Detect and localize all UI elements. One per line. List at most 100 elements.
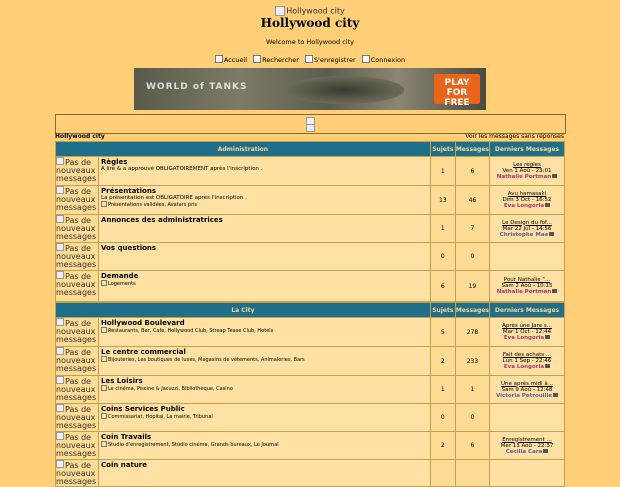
category-title[interactable]: Administration xyxy=(55,141,431,157)
post-count: 278 xyxy=(454,317,491,347)
subforum-links[interactable]: Présentations validées, Avatars pris xyxy=(108,202,197,208)
goto-last-post-icon[interactable] xyxy=(543,448,549,453)
last-post-author-link[interactable]: Cecilia Cara xyxy=(506,449,542,455)
goto-last-post-icon[interactable] xyxy=(552,289,558,293)
post-count: 19 xyxy=(454,270,491,302)
category-title[interactable]: La City xyxy=(55,302,431,318)
forum-title-link[interactable]: Le centre commercial xyxy=(101,348,186,356)
forum-title-link[interactable]: Coins Services Public xyxy=(101,405,185,413)
last-post-author-link[interactable]: Eva Longoria xyxy=(504,203,544,209)
last-post-title-link[interactable]: Le Design du fof... xyxy=(502,220,552,226)
forum-title-link[interactable]: Les Loisirs xyxy=(101,377,143,385)
goto-last-post-icon[interactable] xyxy=(545,335,551,339)
forum-row: Pas de nouveaux messages Vos questions 0 0 xyxy=(55,242,565,271)
last-post-cell: Fait des achats ... Lun 1 Sep - 22:46 Eva … xyxy=(489,346,565,376)
posts-column-header: Messages xyxy=(454,141,491,157)
topic-count xyxy=(429,459,456,487)
nav-register[interactable]: S'enregistrer xyxy=(305,55,356,64)
last-post-author-link[interactable]: Victoria Petrouille xyxy=(496,393,552,399)
forum-info: Règles A lire & a approuvé OBLIGATOIREMEN… xyxy=(98,156,431,186)
forum-title-link[interactable]: Présentations xyxy=(101,187,156,195)
broken-image-icon xyxy=(306,124,315,132)
subforum-icon xyxy=(101,356,107,362)
forum-info: Le centre commercial Bijouteries, Les bou… xyxy=(98,346,431,376)
goto-last-post-icon[interactable] xyxy=(549,231,555,236)
forum-title-link[interactable]: Règles xyxy=(101,158,127,166)
nav-home-link[interactable]: Accueil xyxy=(224,56,247,64)
goto-last-post-icon[interactable] xyxy=(545,364,551,368)
last-post-author-link[interactable]: Christophe Mae xyxy=(500,232,549,238)
post-count: 6 xyxy=(454,431,491,460)
no-new-posts-icon xyxy=(56,318,64,326)
post-count: 233 xyxy=(454,346,491,376)
subforum-links[interactable]: Bijouteries, Les boutiques de luxes, Mag… xyxy=(108,357,305,363)
forum-title-link[interactable]: Annonces des administratrices xyxy=(101,216,223,224)
forum-row: Pas de nouveaux messages Présentations La … xyxy=(55,185,565,215)
post-count: 0 xyxy=(454,403,491,432)
category-table: Administration Sujets Messages Derniers Mes… xyxy=(55,141,565,302)
last-post-author-link[interactable]: Nathalie Portman xyxy=(497,289,552,295)
topic-count: 0 xyxy=(429,242,456,271)
nav-login-link[interactable]: Connexion xyxy=(371,56,405,64)
post-count xyxy=(454,459,491,487)
subforum-links[interactable]: Commissariat, Hopital, La mairie, Tribun… xyxy=(108,414,213,420)
forum-title-link[interactable]: Vos questions xyxy=(101,244,156,252)
site-title: Hollywood city xyxy=(260,16,360,30)
subforum-links[interactable]: Logements xyxy=(108,281,136,287)
register-icon xyxy=(305,55,314,63)
unanswered-link[interactable]: Voir les messages sans réponses xyxy=(465,133,564,140)
subforum-links[interactable]: Studio d'enregistrement, Studio cinéma, … xyxy=(108,442,279,448)
no-new-posts-icon xyxy=(56,347,64,355)
nav-login[interactable]: Connexion xyxy=(361,55,405,64)
subforum-icon xyxy=(101,201,107,207)
forum-info: Coins Services Public Commissariat, Hopit… xyxy=(98,403,431,432)
topic-count: 13 xyxy=(429,185,456,215)
last-post-title-link[interactable]: Enregistrement ... xyxy=(502,437,551,443)
no-new-posts-icon xyxy=(56,243,64,251)
site-logo-alt: Hollywood city xyxy=(286,6,345,16)
subforum-list: Studio d'enregistrement, Studio cinéma, … xyxy=(101,441,428,448)
last-post-author-link[interactable]: Eva Longoria xyxy=(504,335,544,341)
nav-register-link[interactable]: S'enregistrer xyxy=(314,56,356,64)
forum-title-link[interactable]: Hollywood Boulevard xyxy=(101,319,185,327)
goto-last-post-icon[interactable] xyxy=(553,392,559,397)
forum-info: Demande Logements xyxy=(98,270,431,302)
topics-column-header: Sujets xyxy=(429,141,456,157)
no-new-posts-icon xyxy=(56,186,64,194)
subforum-icon xyxy=(101,441,107,447)
category-table: La City Sujets Messages Derniers Messages Pa… xyxy=(55,302,565,487)
subforum-links[interactable]: Le cinéma, Piscine & Jacuzzi, Bibliothèq… xyxy=(108,386,233,392)
post-count: 6 xyxy=(454,156,491,186)
nav-search[interactable]: Rechercher xyxy=(253,55,299,64)
topics-column-header: Sujets xyxy=(429,302,456,318)
play-for-free-button[interactable]: PLAY FOR FREE xyxy=(434,74,480,108)
forum-description: A lire & a approuvé OBLIGATOIREMENT aprè… xyxy=(101,166,263,172)
breadcrumb-home[interactable]: Hollywood city xyxy=(55,133,105,140)
tank-image xyxy=(284,76,404,104)
last-post-author-link[interactable]: Nathalie Portman xyxy=(497,174,552,180)
no-new-posts-icon xyxy=(56,157,64,165)
forum-status-icon: Pas de nouveaux messages xyxy=(55,156,99,186)
forum-title-link[interactable]: Coin nature xyxy=(101,461,147,469)
nav-home[interactable]: Accueil xyxy=(214,55,247,64)
forum-title-link[interactable]: Demande xyxy=(101,272,138,280)
forum-info: Hollywood Boulevard Restaurants, Bar, Caf… xyxy=(98,317,431,347)
forum-row: Pas de nouveaux messages Hollywood Boulev… xyxy=(55,317,565,347)
nav-search-link[interactable]: Rechercher xyxy=(262,56,299,64)
forum-title-link[interactable]: Coin Travails xyxy=(101,433,151,441)
last-post-title-link[interactable]: Une aprés midi à... xyxy=(501,381,553,387)
site-logo[interactable]: Hollywood city xyxy=(275,6,345,16)
no-new-posts-icon xyxy=(56,376,64,384)
category-header-row: La City Sujets Messages Derniers Messages xyxy=(55,302,565,318)
subforum-list: Logements xyxy=(101,280,428,287)
last-post-author-link[interactable]: Eva Longoria xyxy=(504,364,544,370)
goto-last-post-icon[interactable] xyxy=(545,203,551,207)
subforum-links[interactable]: Restaurants, Bar, Cafe, Hollywood Club, … xyxy=(108,328,273,334)
topic-count: 0 xyxy=(429,403,456,432)
no-new-posts-icon xyxy=(56,432,64,440)
goto-last-post-icon[interactable] xyxy=(552,174,558,178)
forum-status-icon: Pas de nouveaux messages xyxy=(55,317,99,347)
login-icon xyxy=(361,55,370,63)
breadcrumb-bar: Hollywood city Voir les messages sans ré… xyxy=(55,133,564,140)
ad-banner[interactable]: WORLD of TANKS PLAY FOR FREE xyxy=(134,68,486,110)
